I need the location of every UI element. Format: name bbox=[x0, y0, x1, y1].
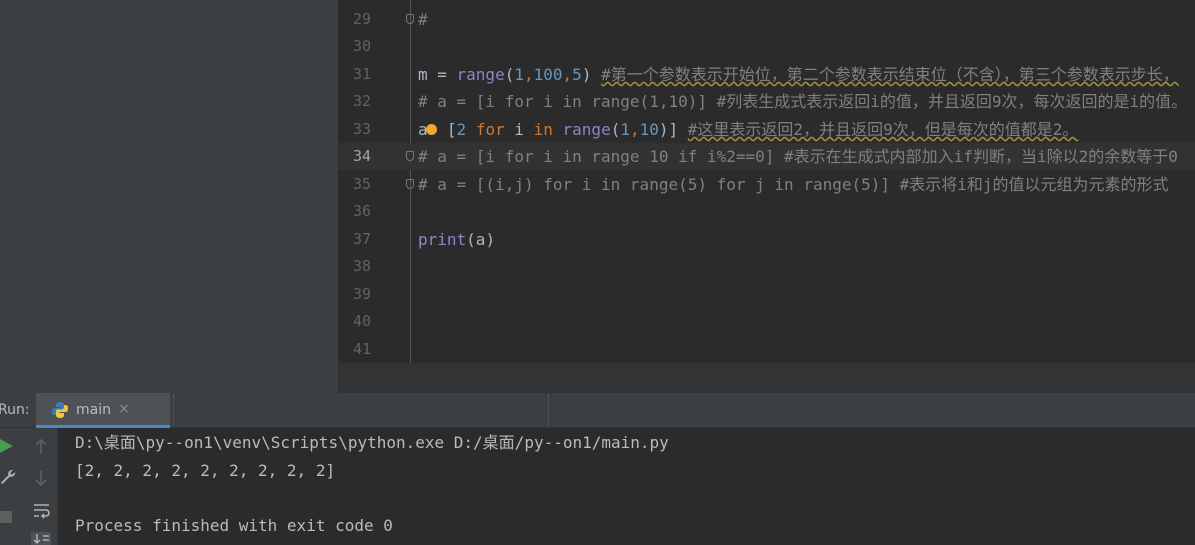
code-text: # a = [i for i in range 10 if i%2==0] #表… bbox=[418, 147, 1178, 166]
code-line[interactable]: 30 bbox=[338, 33, 1195, 60]
line-number: 34 bbox=[352, 147, 372, 165]
code-text: # a = [i for i in range(1,10)] #列表生成式表示返… bbox=[418, 92, 1188, 111]
code-line[interactable]: 31 m = range(1,100,5) #第一个参数表示开始位，第二个参数表… bbox=[338, 61, 1195, 88]
arrow-up-icon[interactable] bbox=[34, 439, 48, 455]
fold-marker-icon[interactable] bbox=[406, 151, 414, 161]
line-number: 36 bbox=[352, 202, 372, 220]
fold-marker-icon[interactable] bbox=[406, 14, 414, 24]
line-number: 37 bbox=[352, 230, 372, 248]
lightbulb-icon[interactable] bbox=[425, 124, 437, 135]
code-line[interactable]: 32 # a = [i for i in range(1,10)] #列表生成式… bbox=[338, 88, 1195, 115]
console-line[interactable]: D:\桌面\py--on1\venv\Scripts\python.exe D:… bbox=[75, 429, 669, 456]
run-side-toolbar-2 bbox=[25, 428, 58, 545]
run-side-toolbar bbox=[0, 428, 25, 545]
separator bbox=[173, 395, 175, 425]
tab-main[interactable]: main × bbox=[36, 393, 170, 428]
separator bbox=[548, 395, 550, 425]
code-text: # bbox=[418, 10, 428, 29]
run-icon[interactable] bbox=[0, 438, 14, 454]
fold-marker-icon[interactable] bbox=[406, 179, 414, 189]
code-text: print(a) bbox=[418, 230, 496, 249]
stop-icon[interactable] bbox=[0, 511, 12, 523]
editor-footer bbox=[338, 363, 1195, 393]
line-number: 40 bbox=[352, 312, 372, 330]
line-number: 38 bbox=[352, 257, 372, 275]
wrench-icon[interactable] bbox=[0, 469, 16, 485]
python-icon bbox=[52, 402, 68, 418]
project-panel bbox=[0, 0, 338, 393]
code-line[interactable]: 40 bbox=[338, 308, 1195, 335]
soft-wrap-icon[interactable] bbox=[33, 503, 51, 519]
line-number: 31 bbox=[352, 65, 372, 83]
run-toolbar: Run: main × bbox=[0, 393, 1195, 428]
code-line[interactable]: 41 bbox=[338, 336, 1195, 363]
line-number: 33 bbox=[352, 120, 372, 138]
code-text: # a = [(i,j) for i in range(5) for j in … bbox=[418, 175, 1169, 194]
line-number: 41 bbox=[352, 340, 372, 358]
close-icon[interactable]: × bbox=[118, 401, 130, 417]
tab-main-label: main bbox=[76, 402, 111, 418]
code-line[interactable]: 36 bbox=[338, 198, 1195, 225]
code-text: a= [2 for i in range(1,10)] #这里表示返回2，并且返… bbox=[418, 120, 1079, 139]
code-line[interactable]: 33 a= [2 for i in range(1,10)] #这里表示返回2，… bbox=[338, 116, 1195, 143]
code-line[interactable]: 38 bbox=[338, 253, 1195, 280]
console-line: Process finished with exit code 0 bbox=[75, 516, 393, 535]
code-text: m = range(1,100,5) #第一个参数表示开始位，第二个参数表示结束… bbox=[418, 65, 1179, 84]
line-number: 29 bbox=[352, 10, 372, 28]
line-number: 30 bbox=[352, 37, 372, 55]
code-line[interactable]: 35 # a = [(i,j) for i in range(5) for j … bbox=[338, 171, 1195, 198]
console-line: [2, 2, 2, 2, 2, 2, 2, 2, 2] bbox=[75, 461, 336, 480]
line-number: 35 bbox=[352, 175, 372, 193]
line-number: 39 bbox=[352, 285, 372, 303]
line-number: 32 bbox=[352, 92, 372, 110]
code-line[interactable]: 37 print(a) bbox=[338, 226, 1195, 253]
code-line-current[interactable]: 34 # a = [i for i in range 10 if i%2==0]… bbox=[338, 143, 1195, 170]
code-line[interactable]: 39 bbox=[338, 281, 1195, 308]
arrow-down-icon[interactable] bbox=[34, 470, 48, 486]
code-line[interactable]: 29 # bbox=[338, 6, 1195, 33]
scroll-to-end-icon[interactable] bbox=[31, 532, 51, 545]
run-label: Run: bbox=[0, 402, 30, 418]
